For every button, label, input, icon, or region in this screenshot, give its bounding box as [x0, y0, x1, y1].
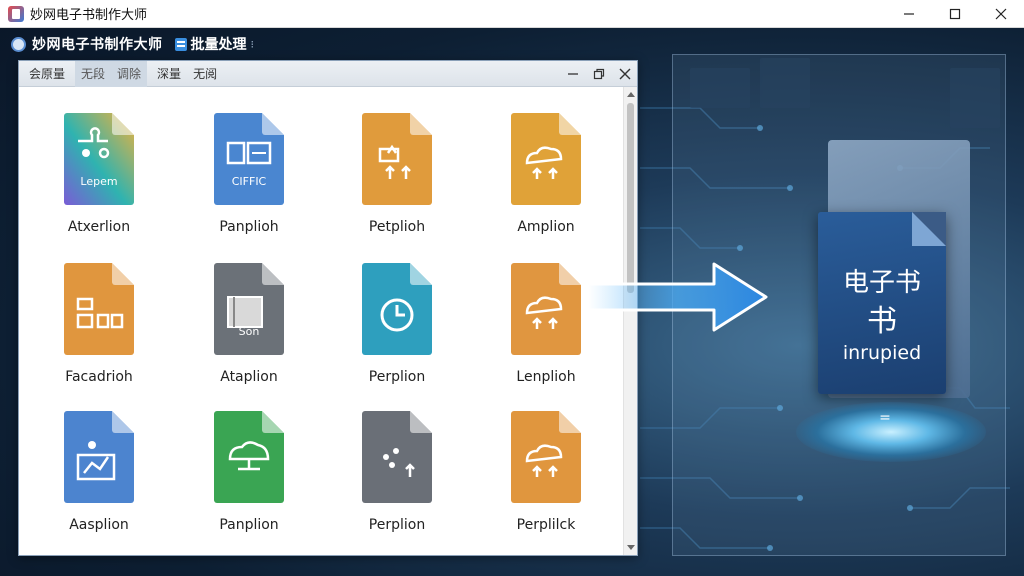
cloud-up-icon: [511, 411, 581, 503]
file-item[interactable]: Lepem Atxerlion: [44, 113, 154, 253]
chevron-up-icon: [627, 92, 635, 97]
file-icon-caption: Son: [238, 325, 260, 338]
app-home-icon[interactable]: [11, 36, 26, 52]
more-menu-icon[interactable]: ⁝: [251, 38, 255, 51]
file-grid: Lepem Atxerlion CIFFIC Panplioh Petplioh Ampl…: [19, 87, 623, 555]
batch-process-menu[interactable]: 批量处理: [191, 34, 247, 54]
file-label: Ataplion: [220, 369, 278, 385]
file-dialog: 会原量 无段 调除 深量 无阅 Lepem Atxerlion CIFFIC Panp…: [18, 60, 638, 556]
dialog-minimize-button[interactable]: [567, 68, 579, 80]
dialog-close-button[interactable]: [619, 68, 631, 80]
file-label: Lenplioh: [516, 369, 576, 385]
cloud-up-icon: [511, 113, 581, 205]
file-item[interactable]: Aasplion: [44, 411, 154, 551]
cloud-up-icon: [511, 263, 581, 355]
file-item[interactable]: Petplioh: [342, 113, 452, 253]
convert-arrow-icon: [588, 262, 768, 332]
ebook-subtitle: inrupied: [842, 342, 922, 364]
file-label: Perplion: [368, 517, 426, 533]
dialog-restore-button[interactable]: [593, 68, 605, 80]
puzzle-icon: [64, 113, 134, 205]
refresh-clock-icon: [362, 263, 432, 355]
ebook-title-secondary: 书: [867, 304, 897, 339]
window-controls: [886, 0, 1024, 28]
file-item[interactable]: Son Ataplion: [194, 263, 304, 403]
close-icon: [995, 8, 1007, 20]
file-icon-caption: CIFFIC: [231, 175, 267, 188]
file-label: Perplion: [368, 369, 426, 385]
file-item[interactable]: Perplion: [342, 411, 452, 551]
layout-blocks-icon: [64, 263, 134, 355]
file-item[interactable]: Panplion: [194, 411, 304, 551]
restore-icon: [593, 68, 605, 80]
dialog-controls: [567, 61, 631, 87]
pedestal-mark: =: [879, 410, 891, 426]
app-logo-icon: [8, 5, 24, 22]
document-page-icon: [214, 263, 284, 355]
minimize-icon: [568, 73, 578, 75]
tab-3[interactable]: 深量: [151, 61, 187, 87]
upload-arrows-icon: [362, 113, 432, 205]
file-label: Panplioh: [219, 219, 279, 235]
file-label: Petplioh: [368, 219, 426, 235]
file-item[interactable]: Facadrioh: [44, 263, 154, 403]
file-item[interactable]: Amplion: [491, 113, 601, 253]
scroll-down-button[interactable]: [624, 541, 638, 555]
chevron-down-icon: [627, 545, 635, 550]
minimize-button[interactable]: [886, 0, 932, 28]
file-item[interactable]: Lenplioh: [491, 263, 601, 403]
tab-2[interactable]: 调除: [111, 60, 148, 87]
scroll-up-button[interactable]: [624, 87, 638, 101]
cloud-monitor-icon: [214, 411, 284, 503]
tab-0[interactable]: 会原量: [23, 61, 71, 87]
file-label: Amplion: [517, 219, 575, 235]
maximize-icon: [949, 8, 961, 20]
chart-user-icon: [64, 411, 134, 503]
file-item[interactable]: CIFFIC Panplioh: [194, 113, 304, 253]
maximize-button[interactable]: [932, 0, 978, 28]
minimize-icon: [904, 13, 914, 15]
tab-1[interactable]: 无段: [75, 60, 112, 87]
dialog-tab-bar: 会原量 无段 调除 深量 无阅: [19, 60, 637, 87]
file-icon-caption: Lepem: [80, 175, 118, 188]
file-item[interactable]: Perplion: [342, 263, 452, 403]
file-label: Atxerlion: [67, 219, 131, 235]
book-pages-icon: [214, 113, 284, 205]
file-item[interactable]: Perplilck: [491, 411, 601, 551]
page-fold-icon: [912, 212, 946, 246]
file-label: Perplilck: [516, 517, 576, 533]
sparkle-arrow-icon: [362, 411, 432, 503]
file-label: Panplion: [219, 517, 279, 533]
window-titlebar: 妙网电子书制作大师: [0, 0, 1024, 28]
close-icon: [619, 68, 631, 80]
tab-4[interactable]: 无阅: [187, 61, 223, 87]
ebook-cover: 电子书 书 inrupied: [818, 212, 946, 394]
app-name: 妙网电子书制作大师: [32, 37, 163, 53]
ebook-title: 电子书: [842, 268, 921, 298]
file-label: Facadrioh: [65, 369, 133, 385]
close-button[interactable]: [978, 0, 1024, 28]
file-label: Aasplion: [69, 517, 129, 533]
batch-icon[interactable]: [174, 37, 187, 51]
window-title: 妙网电子书制作大师: [30, 8, 148, 23]
